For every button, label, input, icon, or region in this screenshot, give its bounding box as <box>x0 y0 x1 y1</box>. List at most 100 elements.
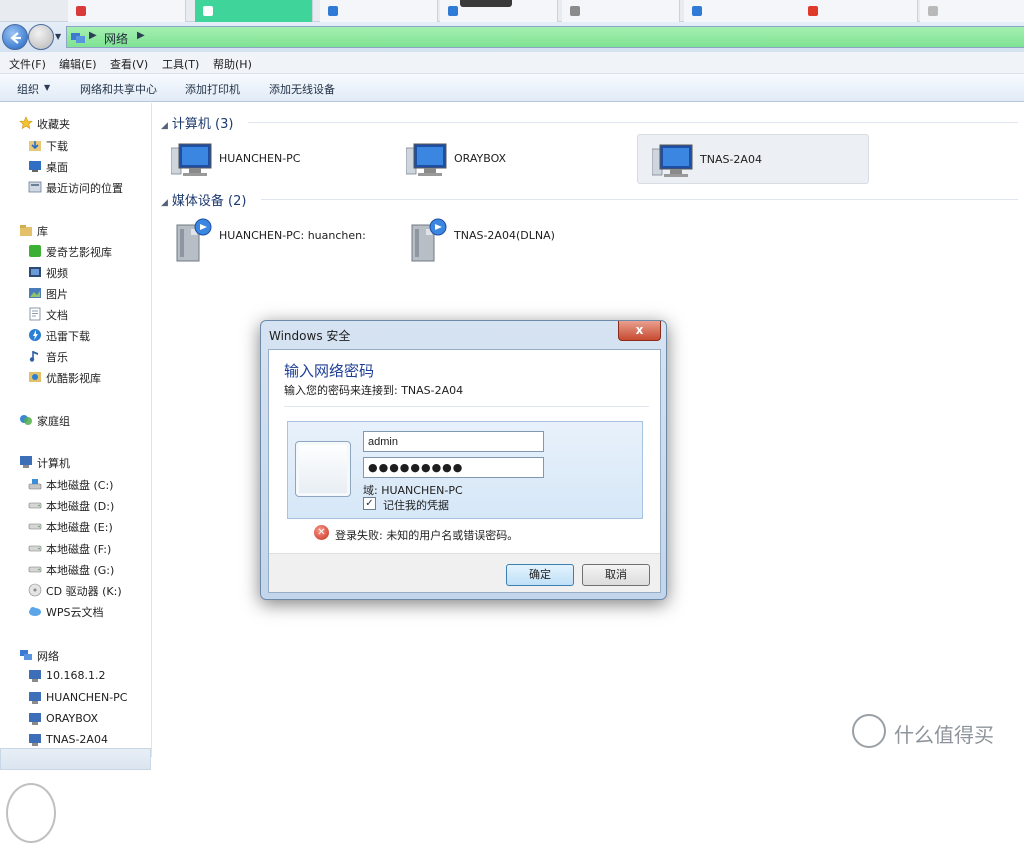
music-note-icon <box>29 351 38 362</box>
collapse-icon[interactable]: ◢ <box>161 198 168 208</box>
network-computer-icon <box>406 143 447 176</box>
tab-favicon-icon <box>203 6 213 16</box>
menu-edit[interactable]: 编辑(E) <box>59 56 97 72</box>
sidebar-label: 10.168.1.2 <box>46 669 106 682</box>
seal-watermark-icon <box>6 783 56 843</box>
ok-button[interactable]: 确定 <box>506 564 574 586</box>
sidebar-selection <box>0 748 151 770</box>
group-header-computers[interactable]: ◢ 计算机 (3) <box>161 113 233 132</box>
browser-tab-active[interactable] <box>195 0 313 22</box>
browser-tab[interactable] <box>920 0 1024 22</box>
cancel-button[interactable]: 取消 <box>582 564 650 586</box>
desktop-icon <box>29 161 41 172</box>
tab-favicon-icon <box>448 6 458 16</box>
sidebar-label: 计算机 <box>37 457 70 470</box>
sidebar-label: 本地磁盘 (F:) <box>46 543 112 556</box>
organize-button[interactable]: 组织 <box>17 81 39 97</box>
thunder-download-icon <box>29 329 41 341</box>
sidebar-label: 本地磁盘 (E:) <box>46 521 113 534</box>
navigation-pane: 收藏夹 下载 桌面 最近访问的位置 库 爱奇艺影视库 视频 图片 文档 迅雷下载… <box>0 103 152 843</box>
sidebar-label: WPS云文档 <box>46 606 104 619</box>
watermark-text: 什么值得买 <box>894 723 994 747</box>
network-icon <box>20 650 32 660</box>
sidebar-label: 下载 <box>46 140 68 153</box>
remember-label[interactable]: 记住我的凭据 <box>383 497 449 513</box>
breadcrumb-separator-icon: ▶ <box>89 30 97 41</box>
star-icon <box>19 116 33 130</box>
menu-help[interactable]: 帮助(H) <box>213 56 252 72</box>
breadcrumb-network[interactable]: 网络 <box>104 30 128 47</box>
recent-places-icon <box>28 181 42 193</box>
sidebar-label: 网络 <box>37 650 59 663</box>
user-tile-icon <box>295 441 351 497</box>
browser-tab[interactable] <box>68 0 186 22</box>
cd-drive-icon <box>28 583 42 597</box>
organize-dropdown-icon[interactable]: ▼ <box>44 83 50 92</box>
group-divider <box>261 199 1018 200</box>
media-device-icon <box>411 218 447 262</box>
domain-label: 域: HUANCHEN-PC <box>363 484 463 497</box>
browser-tab[interactable] <box>320 0 438 22</box>
menu-tools[interactable]: 工具(T) <box>162 56 199 72</box>
item-label: ORAYBOX <box>454 152 507 165</box>
hard-drive-icon <box>28 523 42 530</box>
network-icon <box>71 33 85 43</box>
network-computer-item-selected[interactable]: TNAS-2A04 <box>637 134 869 184</box>
sidebar-label: 图片 <box>46 288 68 301</box>
sidebar-label: 收藏夹 <box>37 118 70 131</box>
add-wireless-button[interactable]: 添加无线设备 <box>269 81 335 97</box>
group-header-media[interactable]: ◢ 媒体设备 (2) <box>161 190 246 209</box>
tab-favicon-icon <box>76 6 86 16</box>
dialog-body: 输入网络密码 输入您的密码来连接到: TNAS-2A04 ●●●●●●●●● 域… <box>268 349 661 593</box>
window-grip <box>460 0 512 7</box>
browser-tab[interactable] <box>684 0 802 22</box>
command-toolbar: 组织 ▼ 网络和共享中心 添加打印机 添加无线设备 <box>0 74 1024 102</box>
media-device-item[interactable]: HUANCHEN-PC: huanchen: <box>157 211 389 262</box>
sidebar-label: 文档 <box>46 309 68 322</box>
tab-favicon-icon <box>328 6 338 16</box>
address-bar[interactable]: ▶ 网络 ▶ <box>66 26 1024 48</box>
sidebar-label: 迅雷下载 <box>46 330 90 343</box>
tab-favicon-icon <box>570 6 580 16</box>
sidebar-label: 家庭组 <box>37 415 70 428</box>
item-label: TNAS-2A04(DLNA) <box>454 229 555 242</box>
item-label: HUANCHEN-PC <box>219 152 301 165</box>
homegroup-icon <box>20 415 32 425</box>
item-label: HUANCHEN-PC: huanchen: <box>219 229 366 242</box>
add-printer-button[interactable]: 添加打印机 <box>185 81 240 97</box>
username-field[interactable] <box>363 431 544 452</box>
collapse-icon[interactable]: ◢ <box>161 121 168 131</box>
browser-tab[interactable] <box>562 0 680 22</box>
remember-checkbox[interactable]: ✓ <box>363 497 376 510</box>
forward-button[interactable] <box>28 24 54 50</box>
hard-drive-icon <box>28 566 42 573</box>
password-field[interactable]: ●●●●●●●●● <box>363 457 544 478</box>
dialog-title: Windows 安全 <box>269 329 351 343</box>
sidebar-label: ORAYBOX <box>46 712 99 725</box>
browser-tab-strip <box>0 0 1024 22</box>
error-icon: ✕ <box>314 525 329 540</box>
cloud-icon <box>29 607 41 616</box>
network-center-button[interactable]: 网络和共享中心 <box>80 81 157 97</box>
close-button[interactable]: x <box>618 321 661 341</box>
credential-tile[interactable]: ●●●●●●●●● 域: HUANCHEN-PC ✓ 记住我的凭据 <box>287 421 643 519</box>
computer-icon <box>29 734 41 746</box>
network-computer-item[interactable]: ORAYBOX <box>392 134 624 184</box>
sidebar-label: 本地磁盘 (D:) <box>46 500 115 513</box>
network-computer-item[interactable]: HUANCHEN-PC <box>157 134 389 184</box>
computer-icon <box>29 670 41 682</box>
arrow-left-icon <box>10 32 21 44</box>
browser-tab[interactable] <box>800 0 918 22</box>
sidebar-label: CD 驱动器 (K:) <box>46 585 122 598</box>
media-device-item[interactable]: TNAS-2A04(DLNA) <box>392 211 624 262</box>
menu-view[interactable]: 查看(V) <box>110 56 148 72</box>
back-button[interactable] <box>2 24 28 50</box>
sidebar-label: 本地磁盘 (C:) <box>46 479 114 492</box>
menu-file[interactable]: 文件(F) <box>9 56 46 72</box>
windows-security-dialog: Windows 安全 x 输入网络密码 输入您的密码来连接到: TNAS-2A0… <box>260 320 667 600</box>
dialog-heading: 输入网络密码 <box>284 362 375 380</box>
history-dropdown-icon[interactable]: ▼ <box>55 32 61 41</box>
breadcrumb-separator-icon[interactable]: ▶ <box>137 30 145 41</box>
computer-icon <box>29 692 41 704</box>
menu-bar: 文件(F) 编辑(E) 查看(V) 工具(T) 帮助(H) <box>0 52 1024 74</box>
